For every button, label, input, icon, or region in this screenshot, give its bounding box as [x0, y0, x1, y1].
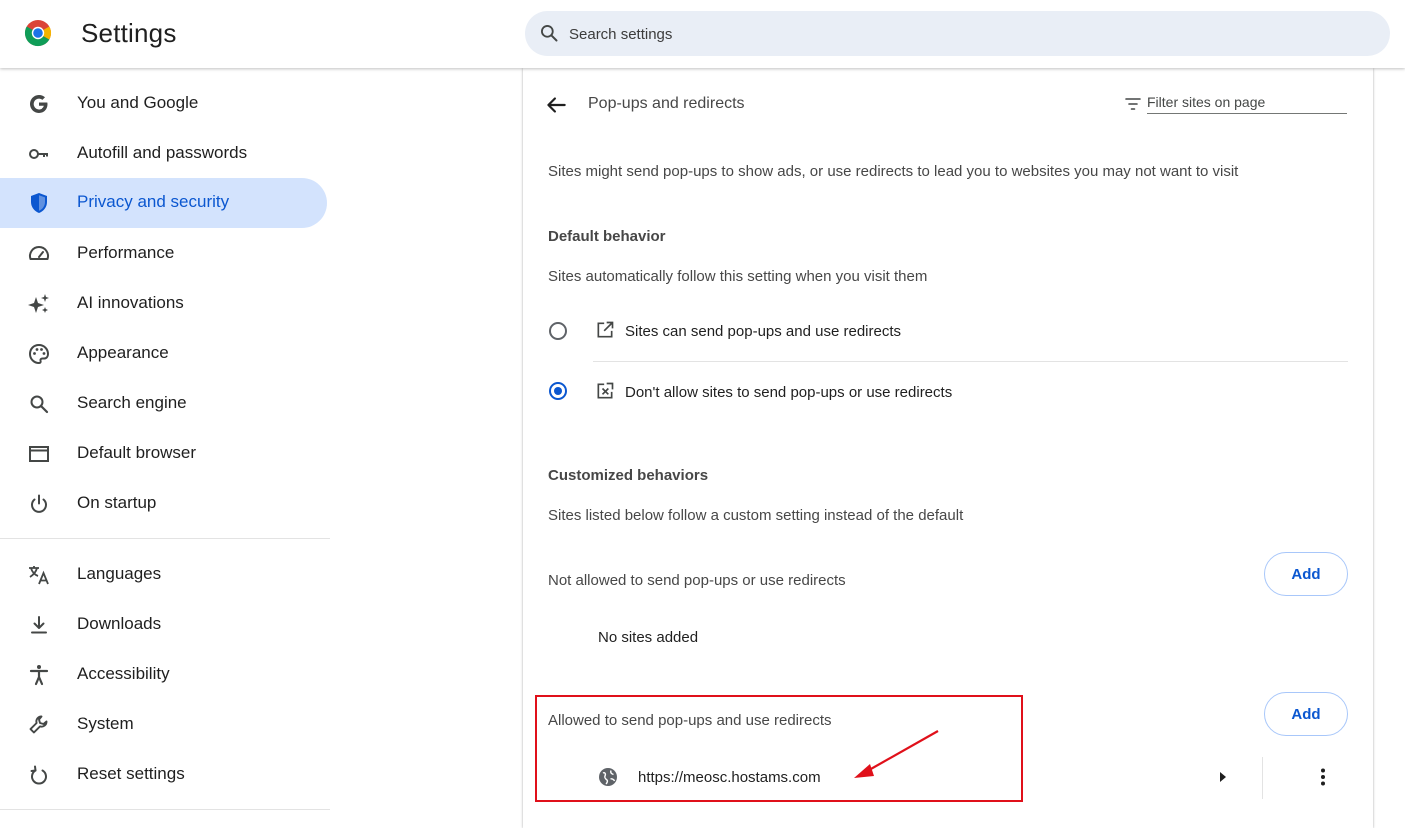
add-allowed-button[interactable]: Add: [1264, 692, 1348, 736]
customized-behaviors-heading: Customized behaviors: [548, 467, 709, 484]
option-allow-popups-label[interactable]: Sites can send pop-ups and use redirects: [625, 323, 901, 340]
accessibility-icon: [29, 665, 49, 686]
option-divider: [593, 361, 1348, 362]
no-sites-added-text: No sites added: [598, 629, 699, 646]
google-g-icon: [30, 95, 48, 113]
shield-icon: [31, 193, 47, 213]
default-behavior-subtitle: Sites automatically follow this setting …: [548, 268, 928, 285]
popup-blocked-icon: [597, 382, 614, 399]
back-arrow-icon[interactable]: [543, 92, 569, 118]
sidebar-item-you-and-google[interactable]: You and Google: [0, 79, 327, 129]
search-icon: [30, 395, 49, 414]
search-box[interactable]: [525, 11, 1390, 58]
sidebar-item-search-engine[interactable]: Search engine: [0, 379, 327, 429]
sidebar-item-label: Autofill and passwords: [77, 143, 248, 162]
sidebar-item-appearance[interactable]: Appearance: [0, 329, 327, 379]
filter-sites-input[interactable]: [1147, 91, 1347, 114]
sidebar-item-label: Privacy and security: [77, 192, 230, 211]
radio-block-popups[interactable]: [549, 382, 567, 400]
sidebar-item-reset-settings[interactable]: Reset settings: [0, 750, 327, 800]
sidebar-item-label: Search engine: [77, 393, 187, 412]
wrench-icon: [29, 715, 48, 734]
sidebar-item-accessibility[interactable]: Accessibility: [0, 650, 327, 700]
default-behavior-heading: Default behavior: [548, 228, 666, 245]
reset-icon: [30, 765, 47, 785]
speedometer-icon: [29, 246, 49, 260]
action-separator: [1262, 757, 1263, 799]
search-input[interactable]: [567, 11, 1351, 58]
expand-arrow-icon[interactable]: [1216, 769, 1230, 785]
option-block-popups-label[interactable]: Don't allow sites to send pop-ups or use…: [625, 384, 952, 401]
browser-window-icon: [29, 446, 49, 462]
sidebar-item-ai-innovations[interactable]: AI innovations: [0, 279, 327, 329]
sidebar-divider: [0, 809, 330, 810]
sidebar-item-system[interactable]: System: [0, 700, 327, 750]
sidebar-item-autofill[interactable]: Autofill and passwords: [0, 129, 327, 179]
sidebar-item-label: Accessibility: [77, 664, 170, 683]
sidebar-item-label: Downloads: [77, 614, 162, 633]
sidebar-item-downloads[interactable]: Downloads: [0, 600, 327, 650]
translate-icon: [29, 566, 49, 585]
sparkle-icon: [28, 294, 49, 313]
annotation-arrow-icon: [854, 730, 939, 778]
download-icon: [31, 616, 47, 634]
sidebar-item-performance[interactable]: Performance: [0, 229, 327, 279]
top-bar: Settings: [0, 0, 1405, 68]
annotation-highlight-box: [535, 695, 1023, 802]
not-allowed-section-label: Not allowed to send pop-ups or use redir…: [548, 572, 846, 589]
sidebar-item-label: Reset settings: [77, 764, 185, 783]
power-icon: [31, 494, 47, 513]
more-options-icon[interactable]: [1313, 767, 1333, 787]
sidebar-item-label: Default browser: [77, 443, 197, 462]
add-not-allowed-button[interactable]: Add: [1264, 552, 1348, 596]
sidebar-item-privacy-and-security[interactable]: Privacy and security: [0, 178, 327, 228]
sidebar-item-label: You and Google: [77, 93, 199, 112]
sidebar-item-label: System: [77, 714, 134, 733]
sidebar-item-default-browser[interactable]: Default browser: [0, 429, 327, 479]
chrome-logo-icon: [24, 20, 52, 47]
filter-icon: [1125, 98, 1141, 110]
sidebar-item-label: AI innovations: [77, 293, 184, 312]
app-title: Settings: [81, 18, 177, 48]
open-in-new-icon: [597, 321, 614, 338]
sidebar-divider: [0, 538, 330, 539]
key-icon: [29, 149, 48, 159]
sidebar-item-label: Languages: [77, 564, 162, 583]
sidebar: You and Google Autofill and passwords Pr…: [0, 68, 340, 813]
sidebar-item-label: On startup: [77, 493, 157, 512]
page-description: Sites might send pop-ups to show ads, or…: [548, 163, 1239, 180]
palette-icon: [28, 343, 50, 365]
page-title: Pop-ups and redirects: [588, 95, 745, 112]
radio-allow-popups[interactable]: [549, 322, 567, 340]
search-icon: [541, 25, 558, 42]
sidebar-item-label: Appearance: [77, 343, 169, 362]
sidebar-item-on-startup[interactable]: On startup: [0, 479, 327, 529]
sidebar-item-languages[interactable]: Languages: [0, 550, 327, 600]
sidebar-item-label: Performance: [77, 243, 175, 262]
customized-behaviors-subtitle: Sites listed below follow a custom setti…: [548, 507, 964, 524]
